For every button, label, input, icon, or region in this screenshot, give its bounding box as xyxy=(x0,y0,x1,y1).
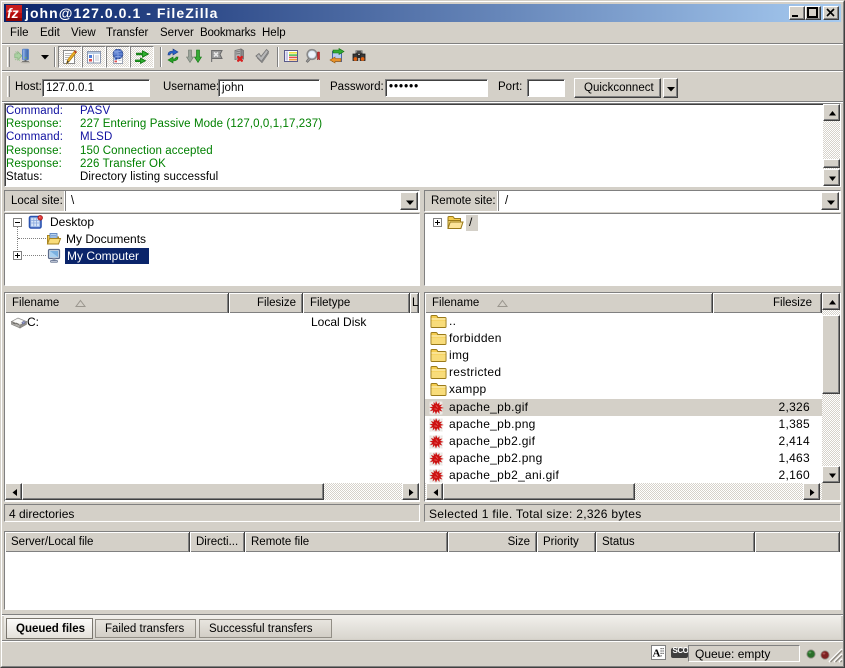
svg-text:fz: fz xyxy=(7,5,19,21)
